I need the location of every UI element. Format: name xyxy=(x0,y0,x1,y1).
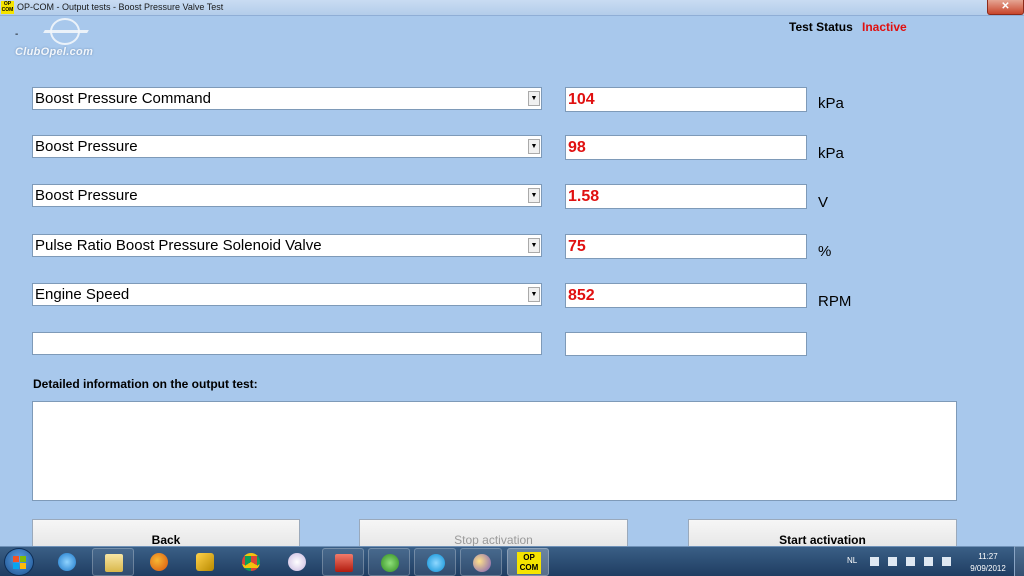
battery-icon[interactable] xyxy=(906,557,915,566)
explorer-icon xyxy=(105,554,123,572)
dropdown-arrow-icon[interactable]: ▼ xyxy=(528,139,540,154)
paint-icon xyxy=(288,553,306,571)
unit-label-1: kPa xyxy=(818,95,844,112)
firefox-taskbar-button[interactable] xyxy=(138,548,180,576)
explorer-taskbar-button[interactable] xyxy=(92,548,134,576)
parameter-select-text: Boost Pressure xyxy=(35,138,138,155)
clock-date: 9/09/2012 xyxy=(970,564,1006,573)
ie-icon xyxy=(58,553,76,571)
value-field-3: 1.58 xyxy=(565,184,807,209)
back-button[interactable]: Back xyxy=(32,519,300,549)
value-field-6 xyxy=(565,332,807,356)
network-signal-icon[interactable] xyxy=(924,557,933,566)
media-taskbar-button[interactable] xyxy=(322,548,364,576)
logo-text: ClubOpel.com xyxy=(15,46,94,58)
clock-time: 11:27 xyxy=(978,552,998,561)
media-icon xyxy=(335,554,353,572)
value-field-1: 104 xyxy=(565,87,807,112)
parameter-select-2[interactable]: Boost Pressure ▼ xyxy=(32,135,542,158)
utorrent-taskbar-button[interactable] xyxy=(368,548,410,576)
start-button[interactable] xyxy=(4,548,34,576)
opcom-icon: OP COM xyxy=(517,552,541,574)
value-text: 852 xyxy=(568,287,595,304)
parameter-select-text: Pulse Ratio Boost Pressure Solenoid Valv… xyxy=(35,237,322,254)
parameter-select-6[interactable] xyxy=(32,332,542,355)
value-text: 75 xyxy=(568,238,586,255)
value-text: 98 xyxy=(568,139,586,156)
test-status-label: Test Status xyxy=(789,20,853,34)
opel-bolt-icon xyxy=(43,30,89,33)
parameter-select-1[interactable]: Boost Pressure Command ▼ xyxy=(32,87,542,110)
test-status-value: Inactive xyxy=(862,20,907,34)
volume-icon[interactable] xyxy=(942,557,951,566)
tool-taskbar-button[interactable] xyxy=(184,548,226,576)
close-button[interactable]: ✕ xyxy=(987,0,1024,15)
tool-icon xyxy=(196,553,214,571)
parameter-select-text: Boost Pressure Command xyxy=(35,90,211,107)
start-activation-button[interactable]: Start activation xyxy=(688,519,957,549)
chrome-icon xyxy=(242,553,260,571)
parameter-select-text: Boost Pressure xyxy=(35,187,138,204)
show-hidden-icons-icon[interactable] xyxy=(870,557,879,566)
parameter-select-5[interactable]: Engine Speed ▼ xyxy=(32,283,542,306)
parameter-select-text: Engine Speed xyxy=(35,286,130,303)
value-field-4: 75 xyxy=(565,234,807,259)
windows-logo-icon xyxy=(13,556,27,570)
unit-label-3: V xyxy=(818,194,829,211)
taskbar: OP COM NL 11:27 9/09/2012 xyxy=(0,546,1024,576)
detail-info-textarea[interactable] xyxy=(32,401,957,501)
value-text: 104 xyxy=(568,91,595,108)
dropdown-arrow-icon[interactable]: ▼ xyxy=(528,188,540,203)
parameter-select-4[interactable]: Pulse Ratio Boost Pressure Solenoid Valv… xyxy=(32,234,542,257)
value-field-2: 98 xyxy=(565,135,807,160)
clubopel-logo: ClubOpel.com xyxy=(14,18,114,62)
unit-label-4: % xyxy=(818,243,832,260)
unit-label-5: RPM xyxy=(818,293,852,310)
language-indicator[interactable]: NL xyxy=(847,556,857,565)
window-title: OP-COM - Output tests - Boost Pressure V… xyxy=(17,2,224,12)
value-field-5: 852 xyxy=(565,283,807,308)
skype-taskbar-button[interactable] xyxy=(414,548,456,576)
system-tray: NL 11:27 9/09/2012 xyxy=(840,547,1024,576)
action-center-flag-icon[interactable] xyxy=(888,557,897,566)
dropdown-arrow-icon[interactable]: ▼ xyxy=(528,287,540,302)
messenger-icon xyxy=(473,554,491,572)
unit-label-2: kPa xyxy=(818,145,844,162)
opcom-app-icon: OP COM xyxy=(1,1,14,14)
firefox-icon xyxy=(150,553,168,571)
stop-activation-button: Stop activation xyxy=(359,519,628,549)
messenger-taskbar-button[interactable] xyxy=(460,548,502,576)
ie-taskbar-button[interactable] xyxy=(46,548,88,576)
skype-icon xyxy=(427,554,445,572)
chrome-taskbar-button[interactable] xyxy=(230,548,272,576)
detail-info-label: Detailed information on the output test: xyxy=(33,377,258,391)
dropdown-arrow-icon[interactable]: ▼ xyxy=(528,238,540,253)
value-text: 1.58 xyxy=(568,188,600,205)
clock[interactable]: 11:27 9/09/2012 xyxy=(963,551,1013,575)
parameter-select-3[interactable]: Boost Pressure ▼ xyxy=(32,184,542,207)
utorrent-icon xyxy=(381,554,399,572)
opcom-taskbar-button[interactable]: OP COM xyxy=(507,548,549,576)
dropdown-arrow-icon[interactable]: ▼ xyxy=(528,91,540,106)
title-bar: OP COM OP-COM - Output tests - Boost Pre… xyxy=(0,0,1024,16)
paint-taskbar-button[interactable] xyxy=(276,548,318,576)
show-desktop-button[interactable] xyxy=(1014,546,1024,576)
